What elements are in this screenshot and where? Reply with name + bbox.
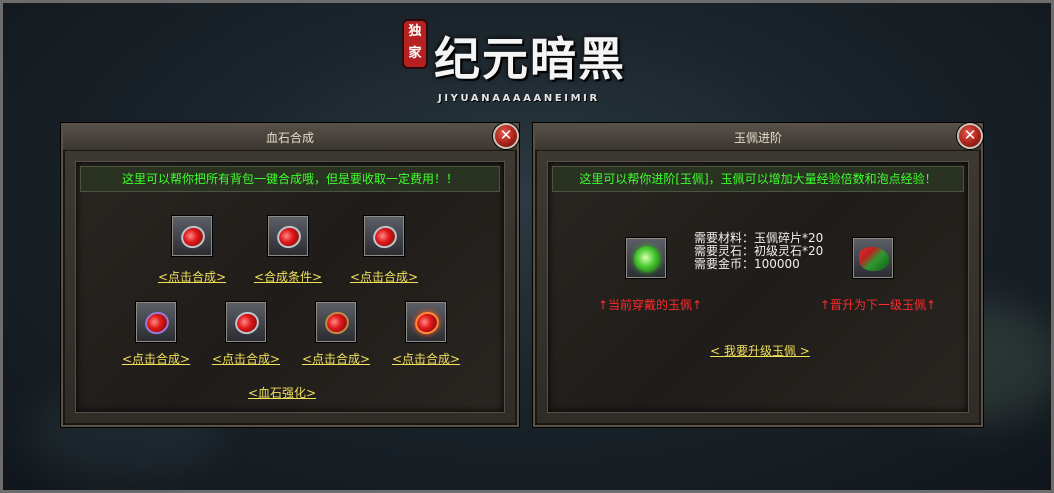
close-icon[interactable]: ✕ — [957, 123, 983, 149]
game-title: 纪元暗黑 — [434, 32, 626, 86]
bloodstone-slot[interactable] — [136, 302, 176, 342]
requirement-gold: 需要金币：100000 — [694, 257, 800, 271]
next-jade-label: ↑晋升为下一级玉佩↑ — [820, 298, 937, 312]
jade-pendant-advance-panel: 玉佩进阶 ✕ 这里可以帮你进阶[玉佩]，玉佩可以增加大量经验倍数和泡点经验！ 需… — [533, 123, 983, 427]
bloodstone-slot[interactable] — [406, 302, 446, 342]
bloodstone-strengthen-link[interactable]: <血石强化> — [222, 384, 342, 401]
current-jade-slot[interactable] — [626, 238, 666, 278]
close-icon[interactable]: ✕ — [493, 123, 519, 149]
panel-body: 这里可以帮你把所有背包一键合成哦，但是要收取一定费用！！ <点击合成> <合成条… — [75, 161, 505, 413]
bloodstone-icon — [369, 222, 401, 252]
exclusive-badge: 独 家 — [404, 21, 426, 67]
bloodstone-icon — [231, 308, 263, 338]
upgrade-jade-link[interactable]: < 我要升级玉佩 > — [700, 342, 820, 359]
notice-text: 这里可以帮你进阶[玉佩]，玉佩可以增加大量经验倍数和泡点经验！ — [552, 166, 964, 192]
jade-pendant-icon — [859, 247, 889, 271]
current-jade-label: ↑当前穿戴的玉佩↑ — [598, 298, 703, 312]
bloodstone-slot[interactable] — [364, 216, 404, 256]
requirements-list: 需要材料：玉佩碎片*20 需要灵石：初级灵石*20 需要金币：100000 — [694, 232, 823, 271]
panel-title: 玉佩进阶 — [535, 125, 981, 151]
bloodstone-icon — [273, 222, 305, 252]
game-logo: 独 家 纪元暗黑 JIYUANAAAAANEIMIR — [398, 15, 658, 115]
bloodstone-icon — [411, 308, 443, 338]
bloodstone-icon — [141, 308, 173, 338]
synthesize-link[interactable]: <点击合成> — [324, 268, 444, 285]
synthesize-link[interactable]: <点击合成> — [366, 350, 486, 367]
bloodstone-icon — [177, 222, 209, 252]
bloodstone-slot[interactable] — [316, 302, 356, 342]
notice-text: 这里可以帮你把所有背包一键合成哦，但是要收取一定费用！！ — [80, 166, 500, 192]
panel-title: 血石合成 — [63, 125, 517, 151]
jade-pendant-icon — [634, 246, 660, 272]
game-subtitle: JIYUANAAAAANEIMIR — [438, 93, 600, 104]
bloodstone-slot[interactable] — [268, 216, 308, 256]
panel-body: 这里可以帮你进阶[玉佩]，玉佩可以增加大量经验倍数和泡点经验！ 需要材料：玉佩碎… — [547, 161, 969, 413]
bloodstone-slot[interactable] — [226, 302, 266, 342]
bloodstone-synthesis-panel: 血石合成 ✕ 这里可以帮你把所有背包一键合成哦，但是要收取一定费用！！ <点击合… — [61, 123, 519, 427]
bloodstone-icon — [321, 308, 353, 338]
next-jade-slot[interactable] — [853, 238, 893, 278]
bloodstone-slot[interactable] — [172, 216, 212, 256]
